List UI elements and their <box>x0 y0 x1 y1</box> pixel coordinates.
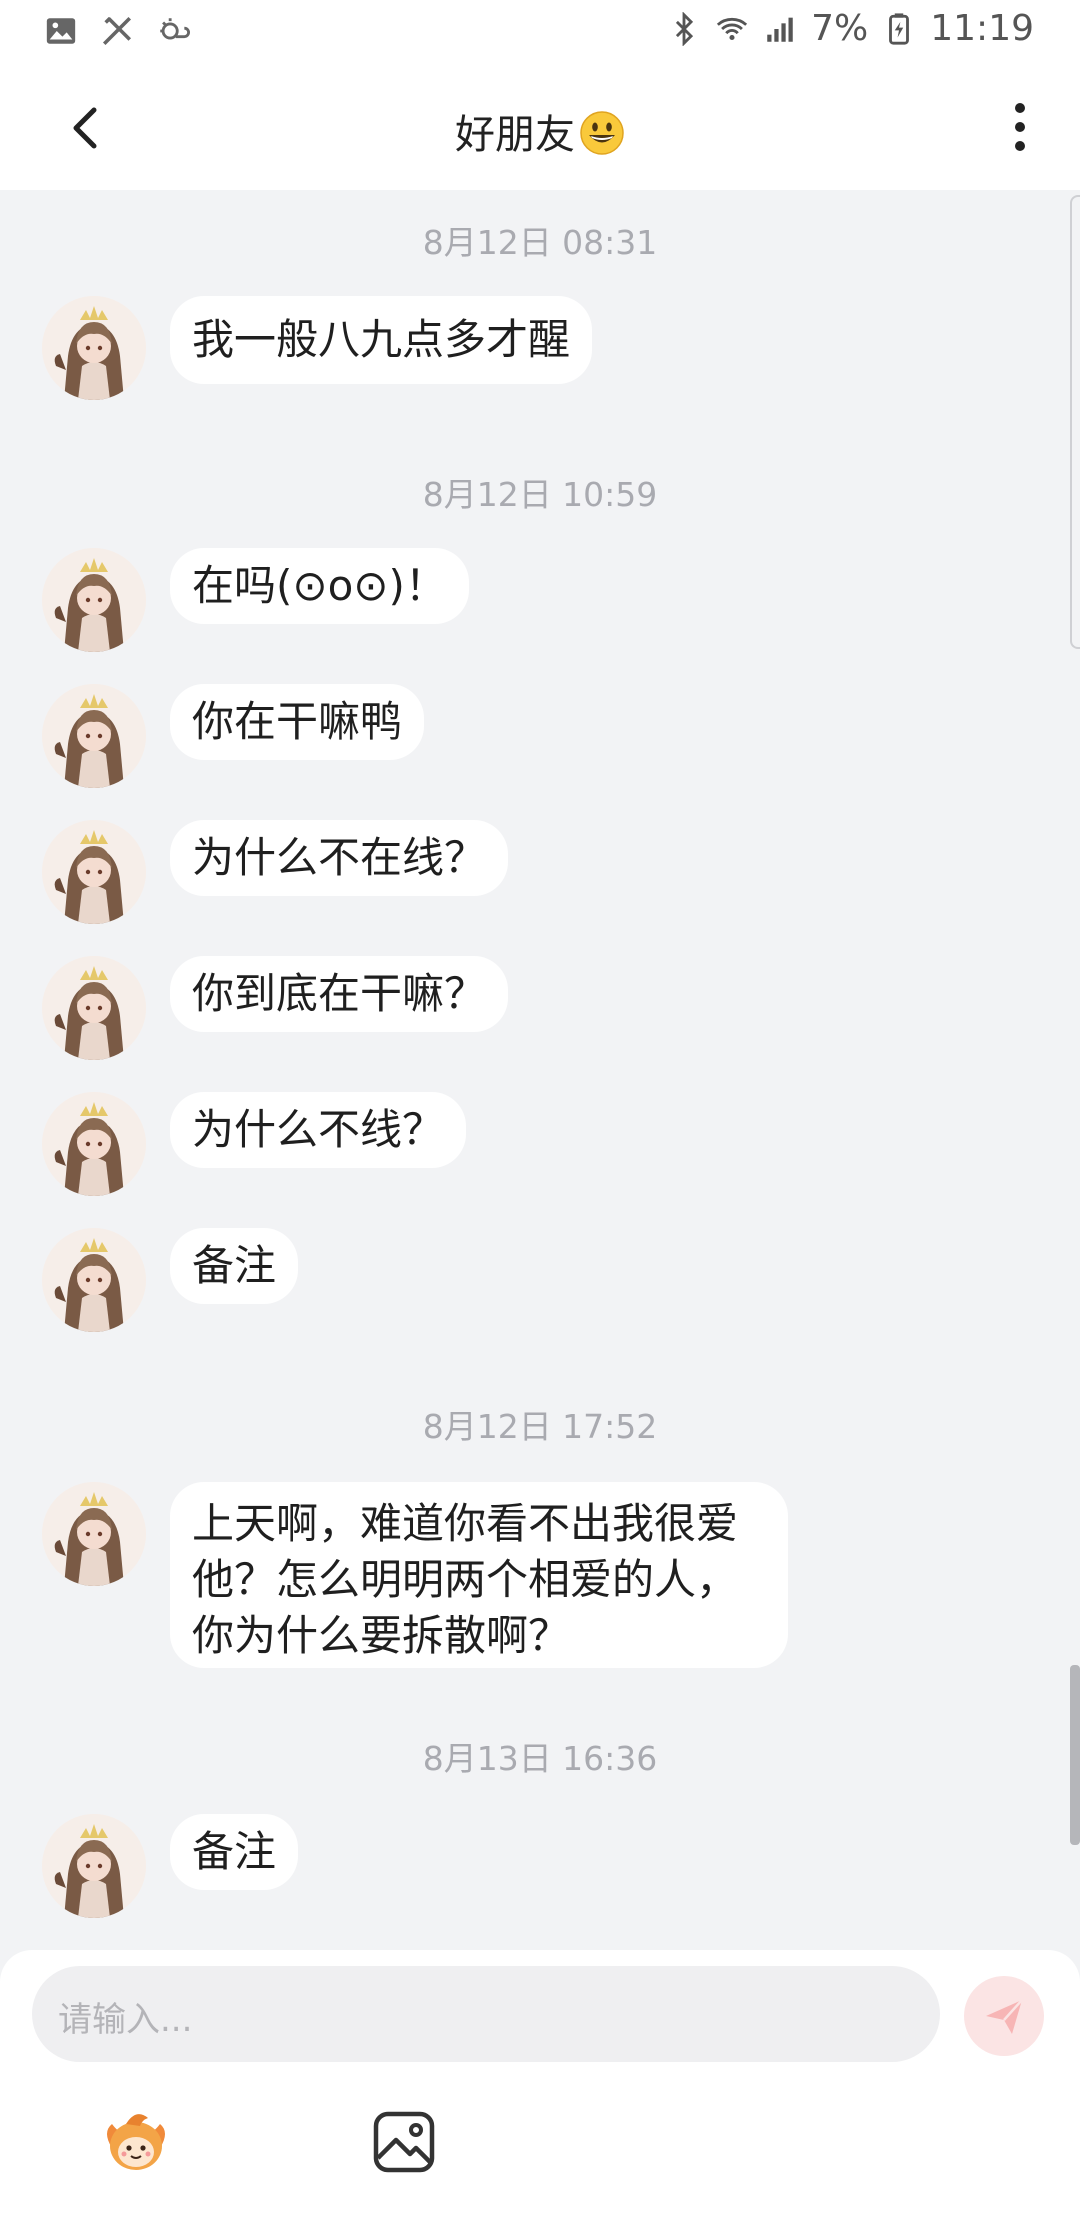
avatar[interactable] <box>42 956 146 1060</box>
message-text: 你到底在干嘛？ <box>192 969 487 1018</box>
message-text: 为什么不在线？ <box>192 833 487 882</box>
mascot-sticker-icon[interactable] <box>96 2102 176 2182</box>
message-text: 你在干嘛鸭 <box>192 697 403 746</box>
tools-notification-icon <box>102 16 132 46</box>
anime-girl-avatar-icon <box>42 1814 146 1918</box>
message-text-line: 你为什么要拆散啊？ <box>192 1611 571 1660</box>
send-paper-plane-icon <box>986 1999 1023 2034</box>
message-input[interactable]: 请输入... <box>32 1966 940 2062</box>
message-text: 备注 <box>192 1827 277 1876</box>
more-vertical-icon <box>1015 103 1025 151</box>
composer-bar: 请输入... <box>0 1950 1080 2220</box>
avatar[interactable] <box>42 1814 146 1918</box>
message-bubble[interactable]: 你在干嘛鸭 <box>170 684 425 760</box>
anime-girl-avatar-icon <box>42 296 146 400</box>
timestamp: 8月12日 17:52 <box>422 1407 658 1446</box>
anime-girl-avatar-icon <box>42 548 146 652</box>
message-bubble[interactable]: 你到底在干嘛？ <box>170 956 509 1032</box>
edge-panel-handle[interactable] <box>1070 195 1080 649</box>
chat-header: 好朋友 <box>0 64 1080 190</box>
chat-message-list[interactable]: 8月12日 08:31 我一般八九点多才醒 8月12日 10:59 在吗(⊙o⊙… <box>0 190 1080 1950</box>
anime-girl-avatar-icon <box>42 684 146 788</box>
more-options-button[interactable] <box>990 94 1050 160</box>
anime-girl-avatar-icon <box>42 1092 146 1196</box>
message-bubble[interactable]: 为什么不线？ <box>170 1092 467 1168</box>
message-text-line: 上天啊，难道你看不出我很爱 <box>192 1499 739 1548</box>
timestamp: 8月13日 16:36 <box>422 1739 658 1778</box>
message-bubble[interactable]: 上天啊，难道你看不出我很爱 他？怎么明明两个相爱的人， 你为什么要拆散啊？ <box>170 1482 788 1668</box>
avatar[interactable] <box>42 296 146 400</box>
anime-girl-avatar-icon <box>42 956 146 1060</box>
avatar[interactable] <box>42 684 146 788</box>
message-text: 我一般八九点多才醒 <box>192 315 571 364</box>
message-text: 备注 <box>192 1241 277 1290</box>
grinning-face-emoji-icon <box>580 111 624 155</box>
status-bar: 7% 11:19 <box>0 0 1080 64</box>
image-picker-icon[interactable] <box>364 2102 444 2182</box>
avatar[interactable] <box>42 548 146 652</box>
anime-girl-avatar-icon <box>42 820 146 924</box>
avatar[interactable] <box>42 1482 146 1586</box>
message-bubble[interactable]: 在吗(⊙o⊙)！ <box>170 548 469 624</box>
avatar[interactable] <box>42 820 146 924</box>
weather-notification-icon <box>160 18 190 40</box>
page-title: 好朋友 <box>455 112 575 158</box>
signal-icon <box>767 17 793 42</box>
bluetooth-icon <box>676 11 694 46</box>
wifi-icon <box>717 17 748 40</box>
timestamp: 8月12日 08:31 <box>422 223 658 262</box>
message-text: 为什么不线？ <box>192 1105 445 1154</box>
message-bubble[interactable]: 为什么不在线？ <box>170 820 509 896</box>
clock: 11:19 <box>930 8 1034 49</box>
scrollbar-thumb[interactable] <box>1070 1665 1080 1845</box>
message-bubble[interactable]: 备注 <box>170 1814 299 1890</box>
avatar[interactable] <box>42 1092 146 1196</box>
timestamp: 8月12日 10:59 <box>422 475 658 514</box>
message-text: 在吗(⊙o⊙)！ <box>192 561 447 610</box>
page-title-wrap: 好朋友 <box>0 102 1080 160</box>
avatar[interactable] <box>42 1228 146 1332</box>
send-button[interactable] <box>964 1976 1044 2056</box>
message-bubble[interactable]: 我一般八九点多才醒 <box>170 296 593 384</box>
anime-girl-avatar-icon <box>42 1228 146 1332</box>
battery-percent: 7% <box>811 8 869 49</box>
message-bubble[interactable]: 备注 <box>170 1228 299 1304</box>
battery-charging-icon <box>889 12 910 45</box>
message-text-line: 他？怎么明明两个相爱的人， <box>192 1555 739 1604</box>
gallery-notification-icon <box>46 18 76 44</box>
anime-girl-avatar-icon <box>42 1482 146 1586</box>
message-input-placeholder: 请输入... <box>58 2000 193 2040</box>
